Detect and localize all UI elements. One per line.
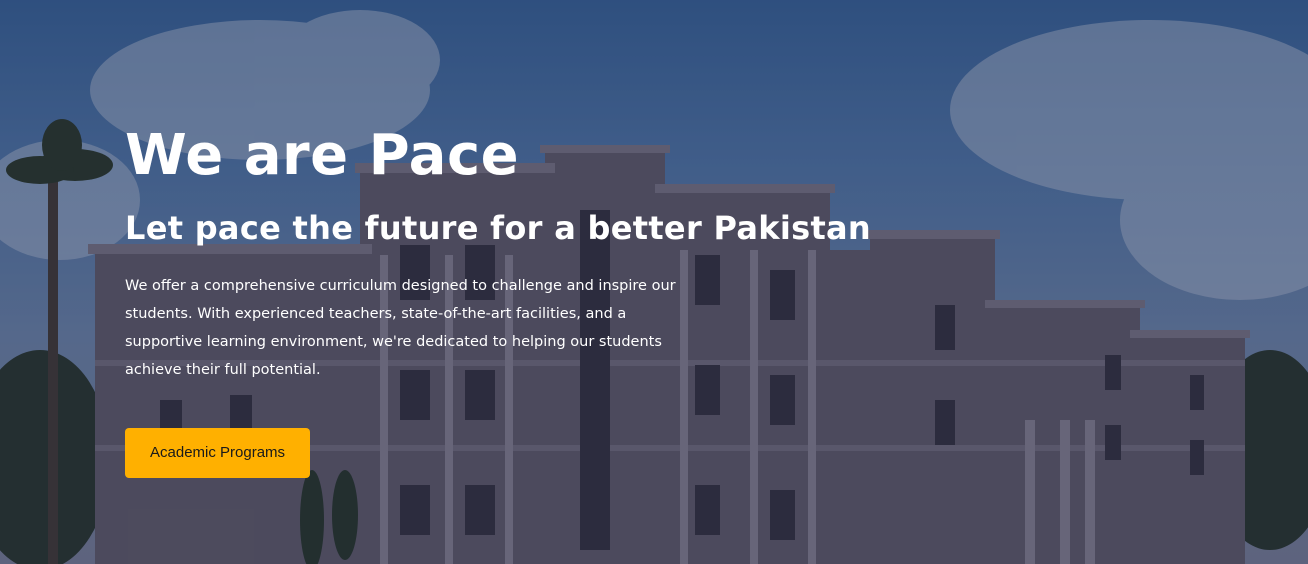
hero-description: We offer a comprehensive curriculum desi…	[125, 278, 676, 378]
academic-programs-button[interactable]: Academic Programs	[125, 428, 311, 478]
hero-title: We are Pace	[125, 123, 520, 188]
hero-section: We are Pace Let pace the future for a be…	[0, 0, 1308, 564]
hero-content: We are Pace Let pace the future for a be…	[125, 122, 1025, 478]
hero-subtitle: Let pace the future for a better Pakista…	[125, 209, 872, 247]
